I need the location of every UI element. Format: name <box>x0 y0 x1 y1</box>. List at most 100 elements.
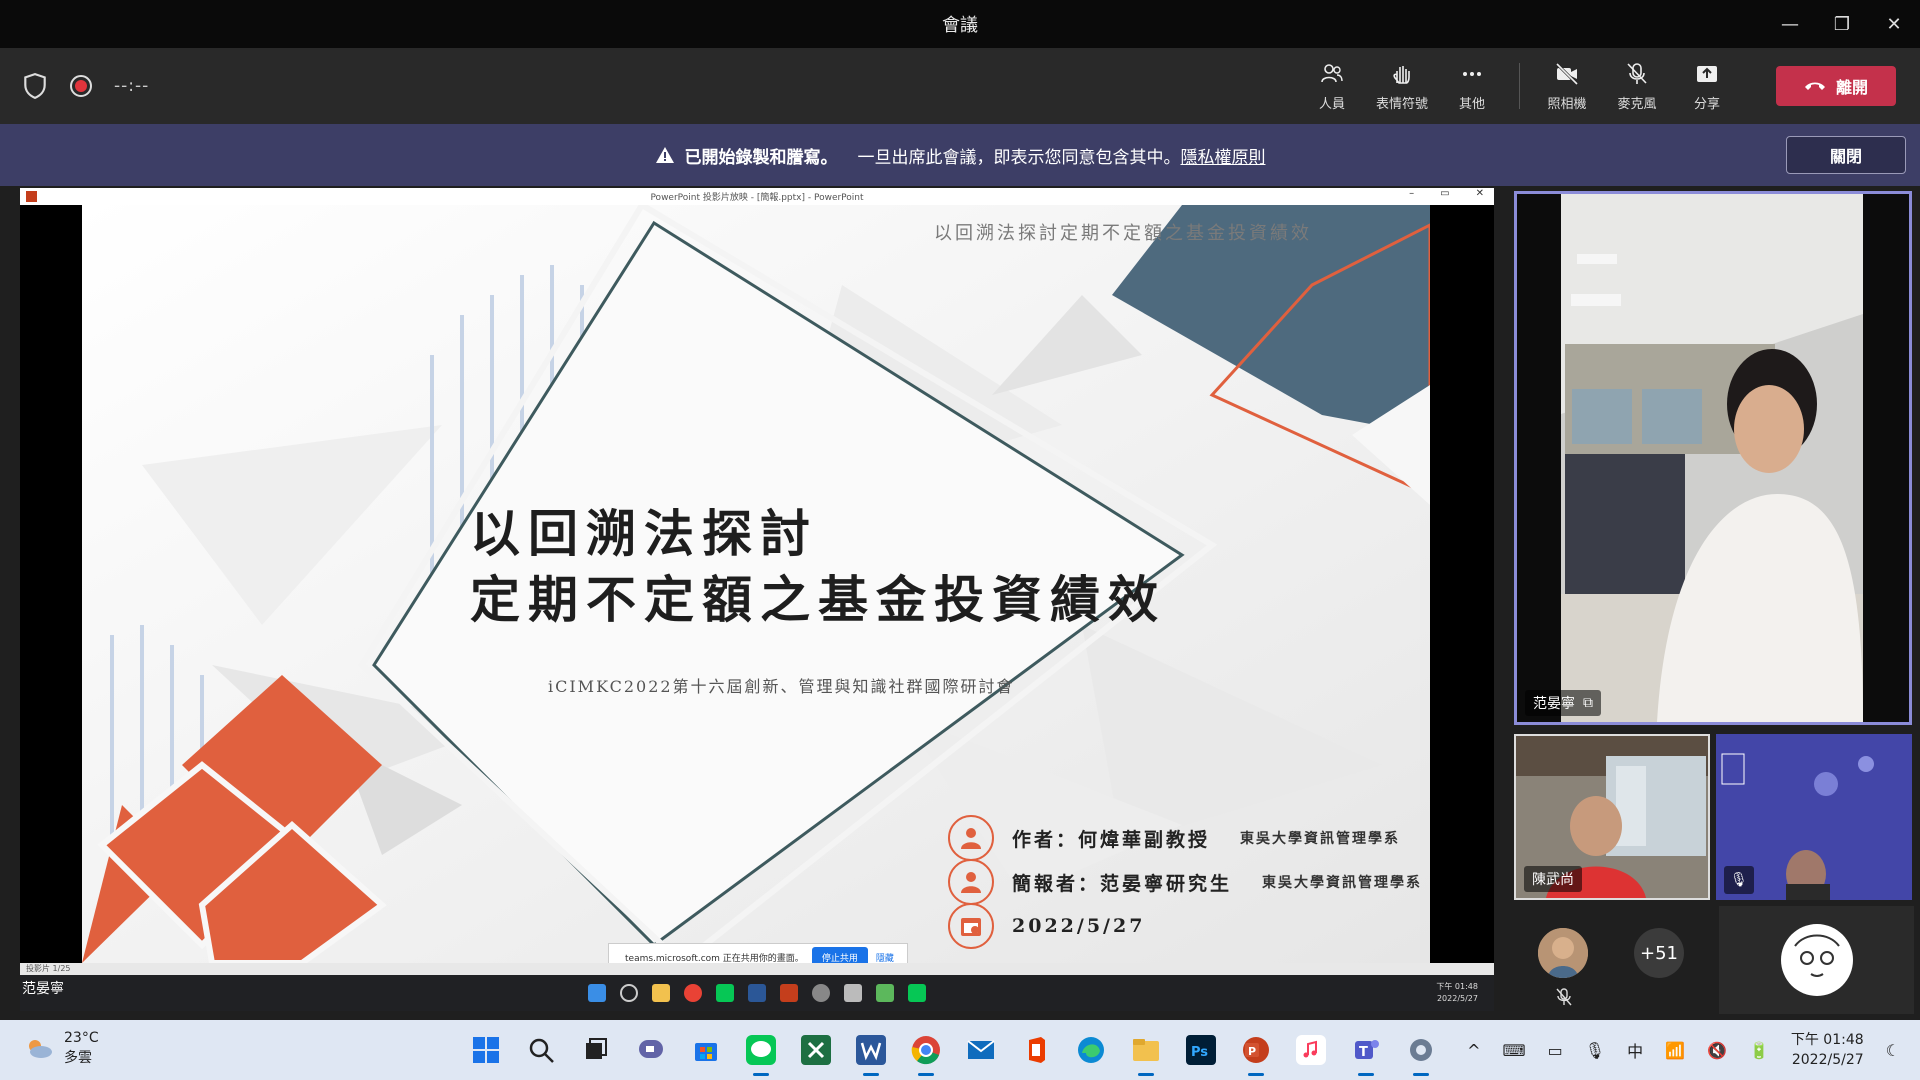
mic-label: 麥克風 <box>1617 96 1657 112</box>
microphone-button[interactable]: 麥克風 <box>1602 48 1672 124</box>
notification-icon[interactable]: ☾ <box>1886 1041 1900 1060</box>
reactions-button[interactable]: 表情符號 <box>1367 48 1437 124</box>
share-tray-icon <box>1697 65 1717 82</box>
person-icon <box>948 859 994 905</box>
presentation-slide: 以回溯法探討定期不定額之基金投資績效 以回溯法探討 定期不定額之基金投資績效 i… <box>82 205 1430 963</box>
share-button[interactable]: 分享 <box>1672 48 1742 124</box>
screen-share-icon: ⧉ <box>1583 695 1593 711</box>
reactions-label: 表情符號 <box>1375 96 1428 112</box>
participant-video-2[interactable]: 🎙 <box>1716 734 1912 900</box>
warning-icon <box>655 147 674 163</box>
folder-icon <box>652 984 670 1002</box>
sharebar-text: teams.microsoft.com 正在共用你的畫面。 <box>625 953 804 964</box>
participant-avatar[interactable] <box>1538 928 1588 978</box>
volume-muted-icon[interactable]: 🔇 <box>1707 1041 1727 1060</box>
powerpoint-icon <box>780 984 798 1002</box>
taskbar-clock[interactable]: 下午 01:48 2022/5/27 <box>1791 1030 1864 1070</box>
participant-label-1: 陳武尚 <box>1524 866 1582 892</box>
app-icon <box>876 984 894 1002</box>
word-icon <box>748 984 766 1002</box>
close-icon[interactable]: ✕ <box>1868 0 1920 48</box>
leave-label: 離開 <box>1835 78 1868 97</box>
camera-button[interactable]: 照相機 <box>1532 48 1602 124</box>
powerpoint-window-title: PowerPoint 投影片放映 - [簡報.pptx] - PowerPoin… <box>650 193 864 203</box>
window-controls: — ❐ ✕ <box>1764 0 1920 48</box>
shared-clock-date: 2022/5/27 <box>1436 994 1478 1003</box>
recording-banner: 已開始錄製和謄寫。 一旦出席此會議，即表示您同意包含其中。 隱私權原則 關閉 <box>0 124 1920 186</box>
itunes-icon[interactable] <box>1293 1032 1329 1068</box>
start-icon[interactable] <box>468 1032 504 1068</box>
minimize-icon[interactable]: — <box>1764 0 1816 48</box>
keyboard-icon[interactable]: ⌨ <box>1503 1041 1526 1060</box>
cartoon-avatar-icon <box>1780 924 1853 996</box>
shared-screen: PowerPoint 投影片放映 - [簡報.pptx] - PowerPoin… <box>20 188 1494 1011</box>
ime-indicator[interactable]: 中 <box>1627 1038 1643 1062</box>
reaction-hand-icon <box>1393 65 1410 84</box>
camera-label: 照相機 <box>1547 96 1587 112</box>
camera-off-icon <box>1555 62 1579 85</box>
line-app-icon[interactable] <box>743 1032 779 1076</box>
weather-desc: 多雲 <box>64 1050 92 1066</box>
powerpoint-window-controls: – ▭ ✕ <box>1409 188 1484 199</box>
active-speaker-label: 范晏寧 ⧉ <box>1525 690 1601 716</box>
settings-icon <box>812 984 830 1002</box>
powerpoint-status-bar: 投影片 1/25 <box>20 963 1494 975</box>
file-explorer-icon[interactable] <box>1128 1032 1164 1076</box>
wifi-icon[interactable]: 📶 <box>1665 1041 1685 1060</box>
active-speaker-name: 范晏寧 <box>1533 696 1575 712</box>
people-button[interactable]: 人員 <box>1297 48 1367 124</box>
more-button[interactable]: 其他 <box>1437 48 1507 124</box>
system-tray: ^ ⌨ ▭ 🎙 中 📶 🔇 🔋 下午 01:48 2022/5/27 ☾ <box>1467 1020 1900 1080</box>
windows-taskbar: 23°C 多雲 Ps P T ^ ⌨ ▭ 🎙 中 📶 🔇 🔋 下午 01:48 <box>0 1020 1920 1080</box>
chrome-icon[interactable] <box>908 1032 944 1076</box>
search-icon[interactable] <box>523 1032 559 1068</box>
participant-overflow: +51 <box>1514 906 1914 1014</box>
excel-icon[interactable] <box>798 1032 834 1068</box>
battery-icon[interactable]: 🔋 <box>1749 1041 1769 1060</box>
clock-date: 2022/5/27 <box>1791 1052 1864 1068</box>
leave-button[interactable]: 離開 <box>1776 66 1896 106</box>
chevron-up-icon[interactable]: ^ <box>1467 1041 1480 1060</box>
slide-title-line2: 定期不定額之基金投資績效 <box>470 570 1166 629</box>
weather-cloud-icon <box>29 1040 52 1058</box>
participant-name-1: 陳武尚 <box>1532 872 1574 888</box>
teams-icon[interactable]: T <box>1348 1032 1384 1076</box>
active-speaker-video[interactable]: 范晏寧 ⧉ <box>1514 191 1912 725</box>
restore-icon[interactable]: ❐ <box>1816 0 1868 48</box>
tablet-icon[interactable]: ▭ <box>1548 1041 1563 1060</box>
powerpoint-icon <box>26 191 37 202</box>
mic-off-icon <box>1627 62 1647 84</box>
office-icon[interactable] <box>1018 1032 1054 1068</box>
shield-icon[interactable] <box>22 72 48 100</box>
search-icon <box>620 984 638 1002</box>
powerpoint-icon[interactable]: P <box>1238 1032 1274 1076</box>
banner-strong-text: 已開始錄製和謄寫。 <box>684 147 838 168</box>
window-title: 會議 <box>942 15 978 36</box>
task-view-icon[interactable] <box>578 1032 614 1068</box>
author-dept: 東吳大學資訊管理學系 <box>1240 831 1401 847</box>
weather-widget[interactable]: 23°C 多雲 <box>24 1028 99 1068</box>
settings-icon[interactable] <box>1403 1032 1439 1076</box>
more-participants-button[interactable]: +51 <box>1634 928 1684 978</box>
word-icon[interactable] <box>853 1032 889 1076</box>
banner-close-button[interactable]: 關閉 <box>1786 136 1906 174</box>
presenter-dept: 東吳大學資訊管理學系 <box>1262 875 1423 891</box>
privacy-policy-link[interactable]: 隱私權原則 <box>1181 143 1266 168</box>
photoshop-icon[interactable]: Ps <box>1183 1032 1219 1068</box>
mic-off-icon <box>1556 988 1572 1006</box>
edge-icon[interactable] <box>1073 1032 1109 1068</box>
chat-icon[interactable] <box>633 1032 669 1068</box>
store-icon[interactable] <box>688 1032 724 1068</box>
svg-text:T: T <box>1359 1045 1368 1060</box>
start-icon <box>588 984 606 1002</box>
share-label: 分享 <box>1693 96 1720 112</box>
hide-sharebar-button[interactable]: 隱藏 <box>876 951 894 964</box>
microphone-icon[interactable]: 🎙 <box>1585 1041 1605 1060</box>
mail-icon[interactable] <box>963 1032 999 1068</box>
participant-video-1[interactable]: 陳武尚 <box>1514 734 1710 900</box>
svg-text:Ps: Ps <box>1191 1045 1208 1060</box>
toolbar-divider <box>1519 63 1520 109</box>
title-bar: 會議 — ❐ ✕ <box>0 0 1920 48</box>
line-icon <box>908 984 926 1002</box>
participant-avatar-drawing[interactable] <box>1719 906 1914 1014</box>
